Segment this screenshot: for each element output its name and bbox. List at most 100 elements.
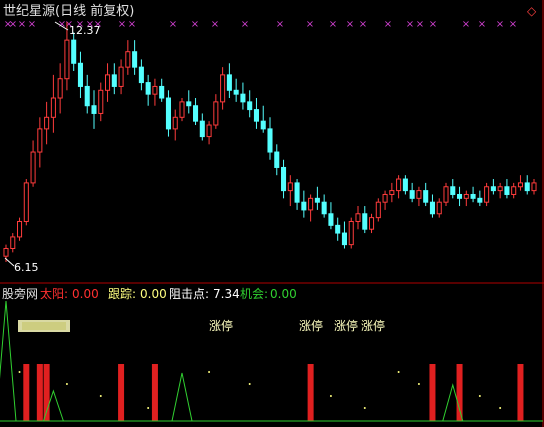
x-marker: × xyxy=(211,19,219,30)
candle-body xyxy=(37,128,43,153)
candle-body xyxy=(64,39,70,80)
candle-body xyxy=(429,201,435,215)
candle-body xyxy=(77,62,83,87)
candle-body xyxy=(138,66,144,84)
low-price-label: 6.15 xyxy=(14,261,39,274)
candle-body xyxy=(281,166,287,192)
candle-body xyxy=(186,101,192,107)
candle-body xyxy=(443,186,449,203)
candle-body xyxy=(57,78,63,99)
candle-body xyxy=(98,89,104,114)
candle-body xyxy=(253,109,259,122)
candle-body xyxy=(524,182,530,192)
candle-body xyxy=(17,220,23,238)
taiyang-bar xyxy=(23,364,30,421)
candle-body xyxy=(226,74,232,91)
x-marker: × xyxy=(28,19,36,30)
candle-body xyxy=(3,247,9,257)
x-marker: × xyxy=(509,19,517,30)
candle-body xyxy=(111,74,117,87)
candle-body xyxy=(497,186,503,192)
genzong-value: 0.00 xyxy=(140,287,167,301)
candle-body xyxy=(125,51,131,68)
taiyang-bar xyxy=(118,364,125,421)
candle-body xyxy=(470,193,476,199)
chart-title: 世纪星源(日线 前复权) xyxy=(3,3,134,19)
x-marker: × xyxy=(384,19,392,30)
stock-chart: 世纪星源(日线 前复权) ◇ ×× × × ×× × × × × × × × × × × × × × × × × × × ×… xyxy=(0,0,544,427)
candle-body xyxy=(531,182,537,192)
candle-body xyxy=(375,201,381,219)
taiyang-bar xyxy=(151,364,158,421)
candle-body xyxy=(314,197,320,203)
candle-body xyxy=(23,182,29,222)
candle-body xyxy=(369,217,375,230)
candle-body xyxy=(206,124,212,138)
candle-body xyxy=(44,116,50,130)
candle-body xyxy=(504,186,510,195)
genzong-dot xyxy=(248,383,251,385)
jihui-value: 0.00 xyxy=(270,287,297,301)
taiyang-bar xyxy=(429,364,436,421)
x-marker: × xyxy=(306,19,314,30)
limit-up-label: 涨停 xyxy=(209,318,233,333)
taiyang-bar xyxy=(36,364,43,421)
candle-body xyxy=(517,182,523,188)
limit-up-cluster xyxy=(18,320,70,332)
genzong-dot xyxy=(147,407,150,409)
genzong-dot xyxy=(397,371,400,373)
svg-text:股旁网: 股旁网 xyxy=(2,286,38,301)
x-marker: × xyxy=(462,19,470,30)
candle-body xyxy=(159,85,165,99)
candle-body xyxy=(341,232,347,246)
candle-body xyxy=(301,201,307,211)
candle-body xyxy=(490,186,496,192)
taiyang-bar xyxy=(517,364,524,421)
x-marker: × xyxy=(359,19,367,30)
genzong-dot xyxy=(478,395,481,397)
high-price-label: 12.37 xyxy=(69,24,101,37)
candle-body xyxy=(220,74,226,103)
taiyang-label: 太阳: xyxy=(40,286,68,301)
candle-body xyxy=(260,120,266,130)
candle-body xyxy=(118,66,124,87)
x-marker: × xyxy=(241,19,249,30)
candle-body xyxy=(355,213,361,222)
candle-body xyxy=(382,193,388,203)
candle-body xyxy=(274,151,280,168)
taiyang-bar xyxy=(307,364,314,421)
indicator-name: 股旁网 xyxy=(2,286,38,301)
candle-body xyxy=(105,74,111,91)
candle-body xyxy=(84,85,90,107)
candle-body xyxy=(213,101,219,126)
candle-body xyxy=(193,105,199,122)
genzong-dot xyxy=(65,383,68,385)
candle-body xyxy=(10,236,16,249)
genzong-dot xyxy=(99,395,102,397)
x-marker: × xyxy=(429,19,437,30)
jihui-label: 机会: xyxy=(240,287,268,301)
candle-body xyxy=(409,190,415,199)
zujidian-value: 7.34 xyxy=(213,287,240,301)
candle-body xyxy=(152,85,158,95)
candle-body xyxy=(294,182,300,203)
candle-body xyxy=(132,51,138,68)
taiyang-bar xyxy=(456,364,463,421)
candle-body xyxy=(321,201,327,215)
genzong-dot xyxy=(417,383,420,385)
x-marker: × xyxy=(191,19,199,30)
x-marker: × xyxy=(128,19,136,30)
x-marker: × xyxy=(276,19,284,30)
x-marker: × xyxy=(329,19,337,30)
candle-body xyxy=(457,193,463,199)
candle-body xyxy=(362,213,368,230)
candle-body xyxy=(172,116,178,130)
window-toggle-icon[interactable]: ◇ xyxy=(527,4,537,18)
candle-body xyxy=(463,193,469,199)
candle-body xyxy=(179,101,185,118)
candle-body xyxy=(402,178,408,192)
candle-body xyxy=(199,120,205,138)
x-marker: × xyxy=(346,19,354,30)
candle-body xyxy=(30,151,36,184)
candle-body xyxy=(233,89,239,95)
